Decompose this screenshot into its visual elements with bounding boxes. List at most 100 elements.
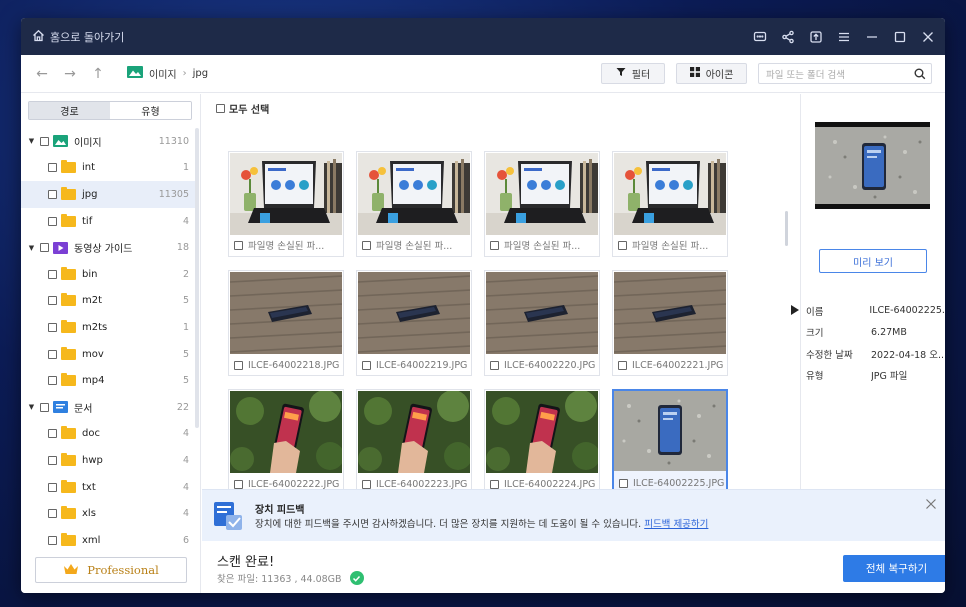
search-icon[interactable] xyxy=(914,68,926,83)
tree-item-label: tif xyxy=(82,215,93,227)
tab-type[interactable]: 유형 xyxy=(110,102,191,119)
tree-checkbox[interactable] xyxy=(48,509,57,519)
feedback-icon[interactable] xyxy=(753,30,767,44)
feedback-text: 장치에 대한 피드백을 주시면 감사하겠습니다. 더 많은 장치를 지원하는 데… xyxy=(255,519,642,530)
minimize-icon[interactable] xyxy=(865,30,879,44)
file-name-row: ILCE-64002220.JPG xyxy=(490,360,595,371)
expand-caret-icon[interactable]: ▼ xyxy=(27,403,36,411)
tree-checkbox[interactable] xyxy=(48,269,57,279)
file-card[interactable]: 파일명 손실된 파... xyxy=(356,151,472,257)
file-name: ILCE-64002220.JPG xyxy=(504,360,596,371)
tree-item-folder[interactable]: mov 5 xyxy=(21,341,195,368)
professional-upgrade-button[interactable]: Professional xyxy=(35,557,187,583)
menu-icon[interactable] xyxy=(837,30,851,44)
tree-checkbox[interactable] xyxy=(40,402,49,412)
file-card[interactable]: ILCE-64002219.JPG xyxy=(356,270,472,376)
close-icon[interactable] xyxy=(921,30,935,44)
tree-item-folder[interactable]: hwp 4 xyxy=(21,447,195,474)
select-all[interactable]: 모두 선택 xyxy=(216,101,269,116)
file-checkbox[interactable] xyxy=(490,361,499,370)
file-checkbox[interactable] xyxy=(490,240,499,250)
sidebar-scrollbar[interactable] xyxy=(195,128,199,428)
tree-checkbox[interactable] xyxy=(48,429,57,439)
tree-item-folder[interactable]: xls 4 xyxy=(21,500,195,527)
file-checkbox[interactable] xyxy=(619,479,628,488)
expand-caret-icon[interactable]: ▼ xyxy=(27,244,36,252)
tree-checkbox[interactable] xyxy=(48,455,57,465)
folder-icon xyxy=(61,479,76,493)
tree-checkbox[interactable] xyxy=(48,216,57,226)
tree-checkbox[interactable] xyxy=(48,296,57,306)
file-checkbox[interactable] xyxy=(362,361,371,370)
preview-button[interactable]: 미리 보기 xyxy=(819,249,927,273)
tree-item-count: 5 xyxy=(182,348,189,360)
file-card[interactable]: ILCE-64002222.JPG xyxy=(228,389,344,495)
file-checkbox[interactable] xyxy=(362,480,371,489)
tree-checkbox[interactable] xyxy=(48,349,57,359)
tree-item-folder[interactable]: m2ts 1 xyxy=(21,314,195,341)
filter-button[interactable]: 필터 xyxy=(601,63,665,84)
file-name-row: 파일명 손실된 파... xyxy=(234,238,324,252)
search-input[interactable]: 파일 또는 폴더 검색 xyxy=(758,63,932,84)
tree-checkbox[interactable] xyxy=(48,163,57,173)
tree-checkbox[interactable] xyxy=(48,322,57,332)
tree-item-group[interactable]: ▼ 동영상 가이드 18 xyxy=(21,234,195,261)
view-mode-button[interactable]: 아이콘 xyxy=(676,63,747,84)
breadcrumb-item[interactable]: 이미지 xyxy=(149,66,177,81)
tree-item-folder[interactable]: doc 4 xyxy=(21,421,195,448)
tree-item-folder[interactable]: bin 2 xyxy=(21,261,195,288)
tree-checkbox[interactable] xyxy=(40,136,49,146)
tree-checkbox[interactable] xyxy=(48,189,57,199)
file-card[interactable]: 파일명 손실된 파... xyxy=(612,151,728,257)
home-label: 홈으로 돌아가기 xyxy=(50,30,125,44)
file-card[interactable]: ILCE-64002225.JPG xyxy=(612,389,728,495)
export-icon[interactable] xyxy=(809,30,823,44)
tree-item-folder[interactable]: mp4 5 xyxy=(21,367,195,394)
share-icon[interactable] xyxy=(781,30,795,44)
grid-scrollbar[interactable] xyxy=(785,211,788,246)
recover-all-button[interactable]: 전체 복구하기 xyxy=(843,555,945,582)
close-icon[interactable] xyxy=(925,498,937,510)
tree-item-group[interactable]: ▼ 문서 22 xyxy=(21,394,195,421)
file-card[interactable]: ILCE-64002218.JPG xyxy=(228,270,344,376)
forward-arrow-icon[interactable]: → xyxy=(63,66,77,82)
back-arrow-icon[interactable]: ← xyxy=(35,66,49,82)
tree-checkbox[interactable] xyxy=(40,243,49,253)
home-link[interactable]: 홈으로 돌아가기 xyxy=(32,29,124,45)
tree-checkbox[interactable] xyxy=(48,482,57,492)
feedback-link[interactable]: 피드백 제공하기 xyxy=(644,519,708,530)
feedback-device-icon xyxy=(212,500,244,532)
breadcrumb-item[interactable]: jpg xyxy=(193,68,208,79)
tab-path[interactable]: 경로 xyxy=(29,102,110,119)
file-card[interactable]: 파일명 손실된 파... xyxy=(484,151,600,257)
tree-checkbox[interactable] xyxy=(48,535,57,545)
file-card[interactable]: ILCE-64002224.JPG xyxy=(484,389,600,495)
tree-item-folder[interactable]: jpg 11305 xyxy=(21,181,195,208)
tree-item-count: 4 xyxy=(182,428,189,440)
tree-item-count: 1 xyxy=(182,162,189,174)
breadcrumb: 이미지 › jpg xyxy=(127,66,208,81)
file-checkbox[interactable] xyxy=(618,240,627,250)
tree-item-group[interactable]: ▼ 이미지 11310 xyxy=(21,128,195,155)
expand-caret-icon[interactable]: ▼ xyxy=(27,137,36,145)
tree-item-folder[interactable]: txt 4 xyxy=(21,474,195,501)
file-checkbox[interactable] xyxy=(234,480,243,489)
up-arrow-icon[interactable]: ↑ xyxy=(91,66,105,82)
file-checkbox[interactable] xyxy=(234,240,243,250)
file-card[interactable]: ILCE-64002221.JPG xyxy=(612,270,728,376)
file-checkbox[interactable] xyxy=(618,361,627,370)
expand-triangle-icon[interactable] xyxy=(791,304,799,315)
file-card[interactable]: ILCE-64002223.JPG xyxy=(356,389,472,495)
file-checkbox[interactable] xyxy=(362,240,371,250)
file-checkbox[interactable] xyxy=(234,361,243,370)
tree-item-folder[interactable]: int 1 xyxy=(21,155,195,182)
select-all-checkbox[interactable] xyxy=(216,104,225,113)
tree-item-folder[interactable]: tif 4 xyxy=(21,208,195,235)
file-card[interactable]: 파일명 손실된 파... xyxy=(228,151,344,257)
tree-item-folder[interactable]: xml 6 xyxy=(21,527,195,554)
tree-checkbox[interactable] xyxy=(48,376,57,386)
file-card[interactable]: ILCE-64002220.JPG xyxy=(484,270,600,376)
tree-item-folder[interactable]: m2t 5 xyxy=(21,288,195,315)
maximize-icon[interactable] xyxy=(893,30,907,44)
file-checkbox[interactable] xyxy=(490,480,499,489)
